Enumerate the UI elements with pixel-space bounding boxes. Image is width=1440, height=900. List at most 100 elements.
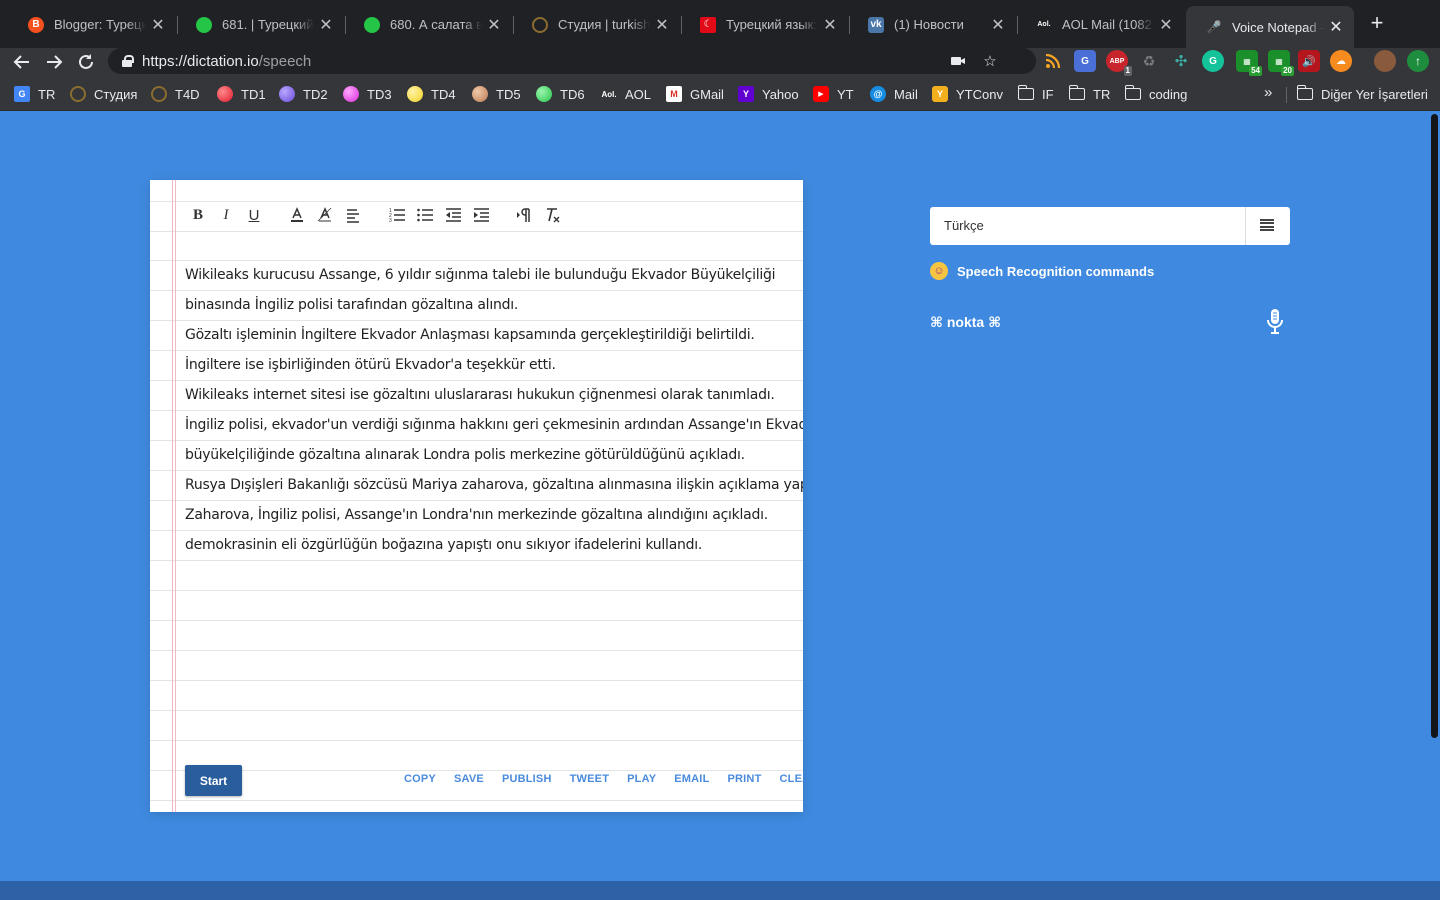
yellow-ball-icon: [407, 86, 423, 102]
margin-line: [175, 180, 176, 812]
speech-commands-link[interactable]: ☺ Speech Recognition commands: [930, 262, 1154, 280]
background-color-icon[interactable]: [314, 202, 336, 228]
bookmark-item[interactable]: TD4: [407, 84, 456, 104]
publish-link[interactable]: PUBLISH: [502, 773, 552, 785]
bookmark-item[interactable]: TD6: [536, 84, 585, 104]
browser-tab[interactable]: 681. | Турецкий язык ✕: [176, 8, 344, 41]
bookmark-item[interactable]: ▶ YT: [813, 84, 854, 104]
tweet-link[interactable]: TWEET: [570, 773, 610, 785]
bookmark-label: T4D: [175, 86, 200, 102]
bookmark-item[interactable]: TD1: [217, 84, 266, 104]
close-tab-icon[interactable]: ✕: [1158, 15, 1174, 35]
bookmark-item[interactable]: @ Mail: [870, 84, 918, 104]
bookmark-label: Diğer Yer İşaretleri: [1321, 86, 1428, 102]
close-tab-icon[interactable]: ✕: [822, 15, 838, 35]
transcript-editor[interactable]: Wikileaks kurucusu Assange, 6 yıldır sığ…: [185, 260, 803, 560]
bookmark-label: TR: [38, 86, 56, 102]
close-tab-icon[interactable]: ✕: [654, 15, 670, 35]
indent-icon[interactable]: [470, 202, 492, 228]
bookmark-label: Студия: [94, 86, 138, 102]
close-tab-icon[interactable]: ✕: [318, 15, 334, 35]
bookmark-item[interactable]: TD2: [279, 84, 328, 104]
other-bookmarks-folder[interactable]: Diğer Yer İşaretleri: [1296, 84, 1428, 104]
address-bar[interactable]: https://dictation.io/speech ☆: [108, 48, 1036, 74]
print-link[interactable]: PRINT: [728, 773, 762, 785]
vk-icon: vk: [868, 16, 884, 33]
save-link[interactable]: SAVE: [454, 773, 484, 785]
clear-link[interactable]: CLEAR: [780, 773, 804, 785]
aol-icon: Aol.: [601, 89, 617, 99]
language-select[interactable]: Türkçe: [930, 207, 1290, 245]
close-tab-icon[interactable]: ✕: [486, 15, 502, 35]
bookmark-item[interactable]: G TR: [14, 84, 55, 104]
forward-button[interactable]: [40, 48, 68, 76]
camera-icon[interactable]: [948, 51, 968, 71]
grammarly-icon[interactable]: G: [1202, 50, 1224, 72]
transcript-line: binasında İngiliz polisi tarafından göza…: [185, 297, 519, 313]
browser-tab[interactable]: B Blogger: Турецкий язык ✕: [8, 8, 176, 41]
microphone-icon[interactable]: [1265, 308, 1285, 336]
counter-extension-icon[interactable]: ▦ 20: [1268, 50, 1294, 76]
speaker-icon[interactable]: 🔊: [1298, 50, 1320, 72]
browser-tab[interactable]: ☾ Турецкий язык: уроки ✕: [680, 8, 848, 41]
rss-icon[interactable]: [1042, 50, 1064, 72]
close-tab-icon[interactable]: ✕: [1328, 17, 1344, 37]
bookmark-item[interactable]: Y YTConv: [932, 84, 1003, 104]
update-arrow-icon[interactable]: ↑: [1407, 50, 1429, 72]
bookmark-item[interactable]: T4D: [151, 84, 200, 104]
close-tab-icon[interactable]: ✕: [150, 15, 166, 35]
tab-title: Voice Notepad - Speech to Text: [1232, 19, 1324, 35]
italic-icon[interactable]: I: [215, 202, 237, 228]
clear-format-icon[interactable]: [541, 202, 563, 228]
font-color-icon[interactable]: [286, 202, 308, 228]
copy-link[interactable]: COPY: [404, 773, 436, 785]
pink-ball-icon: [343, 86, 359, 102]
translate-icon[interactable]: G: [1074, 50, 1096, 72]
bookmark-folder[interactable]: coding: [1124, 84, 1187, 104]
ring-icon: [70, 86, 86, 102]
email-link[interactable]: EMAIL: [674, 773, 709, 785]
bookmark-item[interactable]: M GMail: [666, 84, 724, 104]
bookmark-folder[interactable]: IF: [1017, 84, 1054, 104]
aol-icon: Aol.: [1036, 16, 1052, 33]
scrollbar-thumb[interactable]: [1431, 114, 1438, 738]
browser-tab-active[interactable]: 🎤 Voice Notepad - Speech to Text ✕: [1186, 6, 1354, 48]
browser-tab[interactable]: Студия | turkish4u ✕: [512, 8, 680, 41]
browser-tab[interactable]: 680. А салата всё ✕: [344, 8, 512, 41]
adblock-icon[interactable]: ABP 1: [1106, 50, 1132, 76]
bookmark-item[interactable]: Y Yahoo: [738, 84, 799, 104]
bookmark-item[interactable]: Aol. AOL: [601, 84, 651, 104]
star-icon[interactable]: ☆: [980, 51, 1000, 71]
ordered-list-icon[interactable]: 123: [386, 202, 408, 228]
arrow-right-icon: [47, 55, 63, 69]
tab-title: Blogger: Турецкий язык: [54, 17, 146, 32]
text-direction-icon[interactable]: [513, 202, 535, 228]
reload-button[interactable]: [72, 48, 100, 76]
triad-icon[interactable]: ✣: [1170, 50, 1192, 72]
browser-tab[interactable]: vk (1) Новости ✕: [848, 8, 1016, 41]
bookmark-item[interactable]: Студия: [70, 84, 137, 104]
more-bookmarks-button[interactable]: »: [1264, 84, 1272, 101]
menu-icon[interactable]: [1260, 219, 1274, 231]
bookmark-item[interactable]: TD3: [343, 84, 392, 104]
counter-extension-icon[interactable]: ▦ 54: [1236, 50, 1262, 76]
cloud-icon[interactable]: ☁: [1330, 50, 1352, 72]
recycle-icon[interactable]: ♻: [1138, 50, 1160, 72]
start-button[interactable]: Start: [185, 765, 242, 796]
align-icon[interactable]: [342, 202, 364, 228]
extension-badge: 1: [1123, 66, 1132, 76]
underline-icon[interactable]: U: [243, 202, 265, 228]
back-button[interactable]: [8, 48, 36, 76]
bookmark-label: TR: [1093, 86, 1111, 102]
browser-tab[interactable]: Aol. AOL Mail (1082) ✕: [1016, 8, 1184, 41]
bullet-list-icon[interactable]: [414, 202, 436, 228]
play-link[interactable]: PLAY: [627, 773, 656, 785]
profile-avatar[interactable]: [1374, 50, 1396, 72]
bold-icon[interactable]: B: [187, 202, 209, 228]
bookmark-folder[interactable]: TR: [1068, 84, 1111, 104]
new-tab-button[interactable]: +: [1366, 12, 1388, 36]
close-tab-icon[interactable]: ✕: [990, 15, 1006, 35]
action-links: COPY SAVE PUBLISH TWEET PLAY EMAIL PRINT…: [404, 773, 803, 785]
bookmark-item[interactable]: TD5: [472, 84, 521, 104]
outdent-icon[interactable]: [442, 202, 464, 228]
